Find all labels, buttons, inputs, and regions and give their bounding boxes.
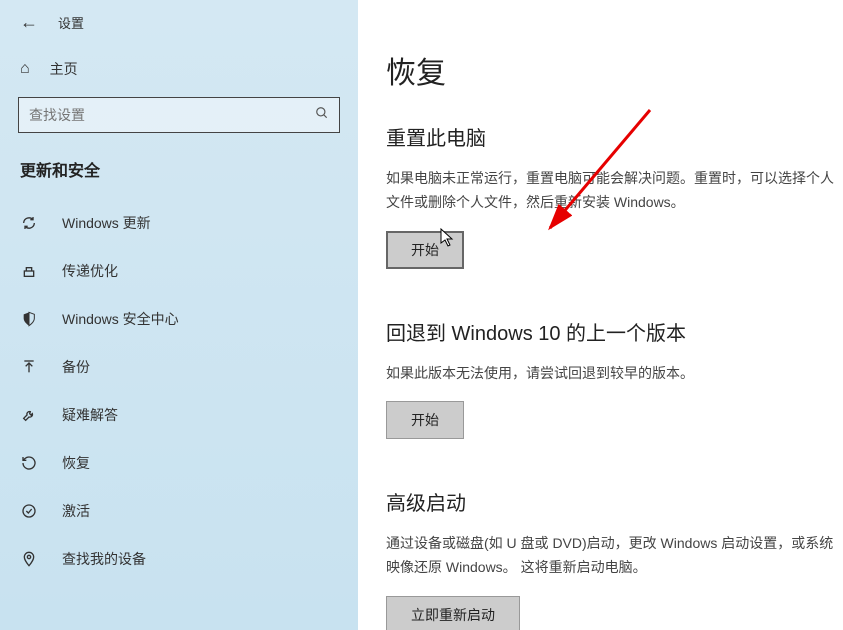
home-label: 主页 <box>50 59 78 79</box>
sidebar-item-windows-update[interactable]: Windows 更新 <box>0 199 358 247</box>
backup-icon <box>20 359 38 375</box>
section-advanced: 高级启动 通过设备或磁盘(如 U 盘或 DVD)启动，更改 Windows 启动… <box>386 487 843 630</box>
wrench-icon <box>20 407 38 423</box>
sidebar-item-label: 备份 <box>62 357 90 377</box>
delivery-icon <box>20 263 38 279</box>
home-row[interactable]: ⌂ 主页 <box>0 49 358 97</box>
home-icon: ⌂ <box>20 60 30 78</box>
sidebar-item-find-device[interactable]: 查找我的设备 <box>0 535 358 583</box>
sidebar-item-activation[interactable]: 激活 <box>0 487 358 535</box>
page-title: 恢复 <box>386 48 843 92</box>
sidebar-item-label: 疑难解答 <box>62 405 118 425</box>
sidebar: ← 设置 ⌂ 主页 更新和安全 Windows 更新 传递优化 <box>0 0 358 630</box>
section-rollback: 回退到 Windows 10 的上一个版本 如果此版本无法使用，请尝试回退到较早… <box>386 317 843 440</box>
restart-now-button[interactable]: 立即重新启动 <box>386 596 520 630</box>
main-content: 恢复 重置此电脑 如果电脑未正常运行，重置电脑可能会解决问题。重置时，可以选择个… <box>358 0 843 630</box>
sidebar-item-label: Windows 安全中心 <box>62 309 179 329</box>
search-input[interactable] <box>18 97 340 133</box>
section-reset-title: 重置此电脑 <box>386 122 843 151</box>
location-icon <box>20 551 38 567</box>
sidebar-item-troubleshoot[interactable]: 疑难解答 <box>0 391 358 439</box>
header-row: ← 设置 <box>0 8 358 49</box>
sidebar-item-label: 传递优化 <box>62 261 118 281</box>
recovery-icon <box>20 455 38 471</box>
section-advanced-title: 高级启动 <box>386 487 843 516</box>
sidebar-item-label: Windows 更新 <box>62 213 151 233</box>
category-title: 更新和安全 <box>0 157 358 199</box>
sidebar-item-label: 激活 <box>62 501 90 521</box>
sync-icon <box>20 215 38 231</box>
search-icon <box>315 106 329 125</box>
rollback-start-button[interactable]: 开始 <box>386 401 464 439</box>
sidebar-item-backup[interactable]: 备份 <box>0 343 358 391</box>
search-field[interactable] <box>29 107 315 123</box>
sidebar-item-label: 查找我的设备 <box>62 549 146 569</box>
section-rollback-title: 回退到 Windows 10 的上一个版本 <box>386 317 843 346</box>
section-reset: 重置此电脑 如果电脑未正常运行，重置电脑可能会解决问题。重置时，可以选择个人文件… <box>386 122 843 269</box>
shield-icon <box>20 311 38 327</box>
section-advanced-desc: 通过设备或磁盘(如 U 盘或 DVD)启动，更改 Windows 启动设置，或系… <box>386 532 843 580</box>
back-icon[interactable]: ← <box>20 12 38 33</box>
sidebar-item-label: 恢复 <box>62 453 90 473</box>
section-rollback-desc: 如果此版本无法使用，请尝试回退到较早的版本。 <box>386 362 843 386</box>
activation-icon <box>20 503 38 519</box>
reset-start-button[interactable]: 开始 <box>386 231 464 269</box>
sidebar-item-delivery[interactable]: 传递优化 <box>0 247 358 295</box>
sidebar-item-security[interactable]: Windows 安全中心 <box>0 295 358 343</box>
section-reset-desc: 如果电脑未正常运行，重置电脑可能会解决问题。重置时，可以选择个人文件或删除个人文… <box>386 167 843 215</box>
app-title: 设置 <box>58 13 84 32</box>
sidebar-item-recovery[interactable]: 恢复 <box>0 439 358 487</box>
